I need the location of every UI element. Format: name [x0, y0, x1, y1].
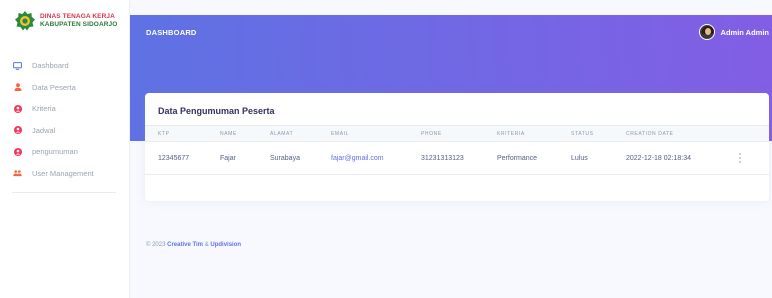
sidebar-item-label: User Management: [32, 168, 94, 178]
column-header-status: STATUS: [571, 131, 594, 137]
cell-alamat: Surabaya: [270, 155, 300, 162]
column-header-creation-date: CREATION DATE: [626, 131, 674, 137]
brand-line-2: KABUPATEN SIDOARJO: [40, 21, 118, 28]
sidebar-item-pengumuman[interactable]: pengumuman: [0, 141, 130, 163]
column-header-alamat: ALAMAT: [270, 131, 294, 137]
sidebar-nav: Dashboard Data Peserta Kriteria Jadwal p…: [0, 55, 130, 184]
avatar: [698, 24, 715, 40]
cell-kriteria: Performance: [497, 155, 538, 162]
user-menu[interactable]: Admin Admin: [698, 24, 772, 40]
footer: © 2023 Creative Tim & Updivision: [146, 242, 241, 248]
users-icon: [13, 169, 22, 178]
sidebar-item-label: Dashboard: [32, 61, 69, 71]
cell-ktp: 12345677: [158, 155, 190, 162]
user-circle-icon: [13, 147, 22, 156]
sidebar-item-label: Data Peserta: [32, 82, 76, 92]
sidebar-item-label: Kriteria: [32, 104, 56, 114]
table-header: KTP NAME ALAMAT EMAIL PHONE KRITERIA STA…: [145, 125, 769, 142]
sidebar-item-dashboard[interactable]: Dashboard: [0, 55, 130, 77]
cell-creation-date: 2022-12-18 02:18:34: [626, 155, 691, 162]
user-circle-icon: [13, 126, 22, 135]
user-icon: [13, 83, 22, 92]
brand[interactable]: DINAS TENAGA KERJA KABUPATEN SIDOARJO: [14, 10, 117, 32]
page-title: DASHBOARD: [146, 28, 197, 37]
column-header-phone: PHONE: [421, 131, 442, 137]
column-header-email: EMAIL: [331, 131, 350, 137]
cell-name: Fajar: [220, 155, 236, 162]
sidebar-divider: [12, 192, 116, 193]
footer-separator: &: [204, 242, 209, 248]
user-circle-icon: [13, 104, 22, 113]
column-header-ktp: KTP: [158, 131, 170, 137]
footer-copyright: © 2023: [146, 242, 166, 248]
sidebar: DINAS TENAGA KERJA KABUPATEN SIDOARJO Da…: [0, 0, 130, 298]
sidebar-item-jadwal[interactable]: Jadwal: [0, 120, 130, 142]
sidebar-item-data-peserta[interactable]: Data Peserta: [0, 77, 130, 99]
user-name: Admin Admin: [720, 27, 769, 37]
footer-link-creative-tim[interactable]: Creative Tim: [167, 242, 203, 248]
row-actions-menu-icon[interactable]: [736, 152, 744, 164]
card-title: Data Pengumuman Peserta: [158, 106, 275, 116]
dinas-logo-icon: [15, 11, 35, 31]
table-row: 12345677 Fajar Surabaya fajar@gmail.com …: [145, 142, 769, 175]
column-header-name: NAME: [220, 131, 237, 137]
sidebar-item-label: Jadwal: [32, 125, 56, 135]
cell-phone: 31231313123: [421, 155, 464, 162]
brand-line-1: DINAS TENAGA KERJA: [40, 13, 115, 20]
column-header-kriteria: KRITERIA: [497, 131, 525, 137]
brand-text: DINAS TENAGA KERJA KABUPATEN SIDOARJO: [40, 13, 117, 29]
cell-email-link[interactable]: fajar@gmail.com: [331, 155, 384, 162]
announcement-card: Data Pengumuman Peserta KTP NAME ALAMAT …: [145, 93, 769, 201]
footer-link-updivision[interactable]: Updivision: [210, 242, 241, 248]
cell-status: Lulus: [571, 155, 588, 162]
sidebar-item-kriteria[interactable]: Kriteria: [0, 98, 130, 120]
sidebar-item-user-management[interactable]: User Management: [0, 163, 130, 185]
tv-icon: [13, 61, 22, 70]
sidebar-item-label: pengumuman: [32, 147, 78, 157]
